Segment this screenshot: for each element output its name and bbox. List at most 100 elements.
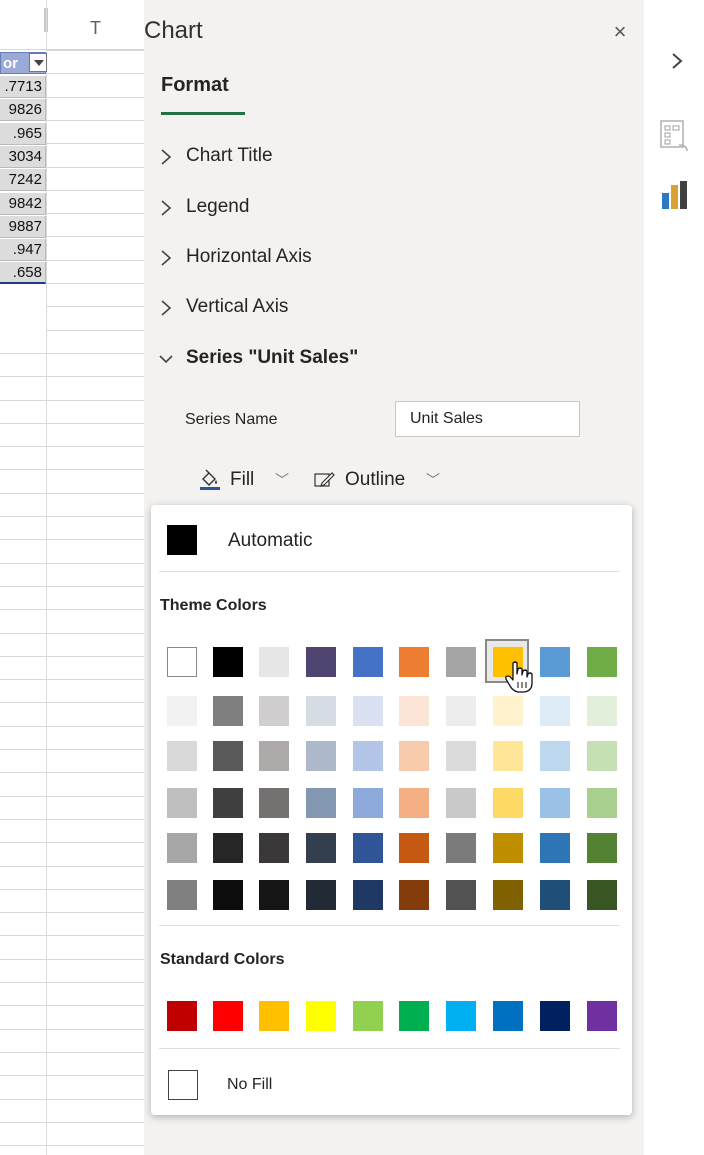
theme-color-swatch[interactable] bbox=[587, 696, 617, 726]
theme-color-swatch[interactable] bbox=[167, 788, 197, 818]
theme-color-swatch[interactable] bbox=[306, 788, 336, 818]
theme-color-swatch[interactable] bbox=[353, 647, 383, 677]
theme-color-swatch[interactable] bbox=[399, 741, 429, 771]
section-horizontal-axis[interactable]: Horizontal Axis bbox=[158, 243, 598, 273]
theme-color-swatch[interactable] bbox=[353, 880, 383, 910]
section-vertical-axis[interactable]: Vertical Axis bbox=[158, 293, 598, 323]
theme-color-swatch[interactable] bbox=[259, 788, 289, 818]
theme-color-swatch[interactable] bbox=[213, 880, 243, 910]
standard-color-swatch[interactable] bbox=[540, 1001, 570, 1031]
section-chart-title[interactable]: Chart Title bbox=[158, 142, 598, 172]
theme-color-swatch[interactable] bbox=[306, 833, 336, 863]
theme-color-swatch[interactable] bbox=[167, 880, 197, 910]
theme-color-swatch[interactable] bbox=[540, 833, 570, 863]
theme-color-swatch[interactable] bbox=[493, 696, 523, 726]
theme-color-swatch[interactable] bbox=[353, 696, 383, 726]
chevron-right-icon[interactable] bbox=[668, 48, 686, 74]
theme-color-swatch[interactable] bbox=[540, 788, 570, 818]
close-button[interactable]: × bbox=[608, 20, 632, 44]
theme-color-swatch[interactable] bbox=[540, 741, 570, 771]
theme-color-swatch[interactable] bbox=[306, 741, 336, 771]
theme-color-swatch[interactable] bbox=[540, 880, 570, 910]
theme-color-swatch[interactable] bbox=[259, 696, 289, 726]
standard-color-swatch[interactable] bbox=[167, 1001, 197, 1031]
standard-color-swatch[interactable] bbox=[353, 1001, 383, 1031]
theme-color-swatch[interactable] bbox=[167, 741, 197, 771]
theme-color-swatch[interactable] bbox=[399, 696, 429, 726]
theme-color-swatch[interactable] bbox=[167, 833, 197, 863]
standard-color-swatch[interactable] bbox=[213, 1001, 243, 1031]
field-list-icon[interactable] bbox=[659, 118, 689, 154]
table-cell[interactable]: 3034 bbox=[0, 145, 46, 168]
standard-color-swatch[interactable] bbox=[587, 1001, 617, 1031]
theme-color-swatch[interactable] bbox=[587, 647, 617, 677]
no-fill-option[interactable]: No Fill bbox=[165, 1068, 365, 1100]
table-cell[interactable]: 9826 bbox=[0, 99, 46, 122]
table-cell[interactable]: 9842 bbox=[0, 192, 46, 215]
standard-color-swatch[interactable] bbox=[259, 1001, 289, 1031]
theme-color-swatch[interactable] bbox=[540, 696, 570, 726]
theme-color-swatch[interactable] bbox=[213, 647, 243, 677]
fill-button[interactable]: Fill ﹀ bbox=[199, 466, 319, 496]
theme-color-swatch[interactable] bbox=[353, 741, 383, 771]
grid-row-line bbox=[0, 1121, 46, 1123]
theme-color-swatch[interactable] bbox=[399, 788, 429, 818]
theme-color-swatch[interactable] bbox=[587, 788, 617, 818]
filter-dropdown-button[interactable] bbox=[29, 53, 47, 72]
theme-color-swatch[interactable] bbox=[587, 880, 617, 910]
automatic-swatch bbox=[167, 525, 197, 555]
theme-color-swatch[interactable] bbox=[493, 741, 523, 771]
automatic-color-option[interactable]: Automatic bbox=[165, 523, 605, 555]
table-cell[interactable]: 9887 bbox=[0, 215, 46, 238]
standard-color-swatch[interactable] bbox=[399, 1001, 429, 1031]
theme-color-swatch[interactable] bbox=[306, 880, 336, 910]
series-name-input[interactable] bbox=[395, 401, 580, 437]
theme-color-swatch[interactable] bbox=[446, 880, 476, 910]
theme-color-swatch[interactable] bbox=[587, 833, 617, 863]
theme-color-swatch[interactable] bbox=[259, 647, 289, 677]
theme-color-swatch[interactable] bbox=[399, 647, 429, 677]
theme-color-swatch[interactable] bbox=[493, 647, 523, 677]
section-legend[interactable]: Legend bbox=[158, 193, 598, 223]
spreadsheet-grid[interactable]: T or .7713 9826.965 3034 7242 9842 9887.947.6… bbox=[0, 0, 144, 1155]
theme-color-swatch[interactable] bbox=[446, 833, 476, 863]
theme-color-swatch[interactable] bbox=[493, 833, 523, 863]
theme-color-swatch[interactable] bbox=[213, 696, 243, 726]
theme-color-swatch[interactable] bbox=[213, 741, 243, 771]
table-cell[interactable]: .947 bbox=[0, 239, 46, 262]
section-series-unit-sales[interactable]: Series "Unit Sales" bbox=[158, 344, 598, 374]
theme-color-swatch[interactable] bbox=[446, 647, 476, 677]
theme-color-swatch[interactable] bbox=[493, 788, 523, 818]
theme-color-swatch[interactable] bbox=[353, 833, 383, 863]
theme-color-swatch[interactable] bbox=[446, 741, 476, 771]
theme-color-swatch[interactable] bbox=[259, 741, 289, 771]
theme-color-swatch[interactable] bbox=[213, 833, 243, 863]
theme-color-swatch[interactable] bbox=[446, 788, 476, 818]
theme-color-swatch[interactable] bbox=[353, 788, 383, 818]
grid-row-line bbox=[0, 679, 46, 681]
theme-color-swatch[interactable] bbox=[306, 696, 336, 726]
theme-color-swatch[interactable] bbox=[167, 696, 197, 726]
standard-color-swatch[interactable] bbox=[446, 1001, 476, 1031]
table-cell[interactable]: .658 bbox=[0, 262, 46, 285]
theme-color-swatch[interactable] bbox=[167, 647, 197, 677]
theme-color-swatch[interactable] bbox=[259, 880, 289, 910]
chart-icon[interactable] bbox=[659, 177, 691, 213]
theme-color-swatch[interactable] bbox=[399, 880, 429, 910]
column-header-t[interactable]: T bbox=[90, 18, 101, 39]
theme-color-swatch[interactable] bbox=[213, 788, 243, 818]
theme-color-swatch[interactable] bbox=[587, 741, 617, 771]
tab-format[interactable]: Format bbox=[161, 74, 229, 97]
theme-color-swatch[interactable] bbox=[446, 696, 476, 726]
theme-color-swatch[interactable] bbox=[493, 880, 523, 910]
theme-color-swatch[interactable] bbox=[399, 833, 429, 863]
table-cell[interactable]: 7242 bbox=[0, 169, 46, 192]
outline-button[interactable]: Outline ﹀ bbox=[314, 466, 454, 496]
theme-color-swatch[interactable] bbox=[306, 647, 336, 677]
theme-color-swatch[interactable] bbox=[259, 833, 289, 863]
table-cell[interactable]: .965 bbox=[0, 122, 46, 145]
table-cell[interactable]: .7713 bbox=[0, 76, 46, 98]
standard-color-swatch[interactable] bbox=[493, 1001, 523, 1031]
theme-color-swatch[interactable] bbox=[540, 647, 570, 677]
standard-color-swatch[interactable] bbox=[306, 1001, 336, 1031]
